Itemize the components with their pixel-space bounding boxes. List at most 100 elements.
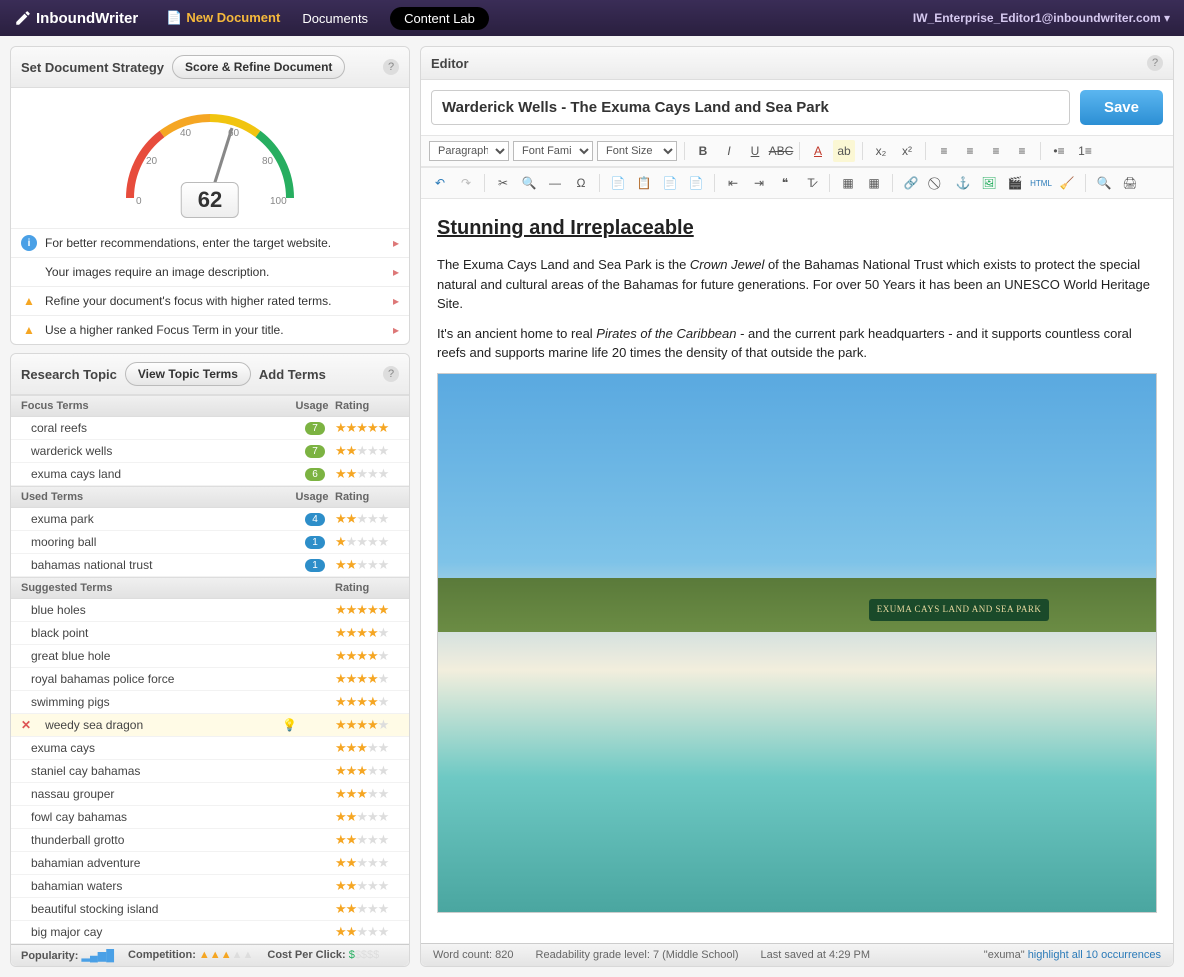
- quote-button[interactable]: ❝: [774, 172, 796, 194]
- info-icon: i: [21, 235, 37, 251]
- rating-stars: ★★★★★: [335, 420, 399, 436]
- svg-text:40: 40: [180, 128, 192, 139]
- user-menu[interactable]: IW_Enterprise_Editor1@inboundwriter.com …: [913, 11, 1170, 25]
- underline-button[interactable]: U: [744, 140, 766, 162]
- term-row[interactable]: coral reefs7★★★★★: [11, 417, 409, 440]
- wifi-icon: ▂▄▆█: [82, 950, 115, 962]
- text-color-button[interactable]: A: [807, 140, 829, 162]
- term-row[interactable]: ✕weedy sea dragon💡★★★★★: [11, 714, 409, 737]
- numbered-list-button[interactable]: 1≡: [1074, 140, 1096, 162]
- indent-button[interactable]: ⇥: [748, 172, 770, 194]
- terms-footer: Popularity: ▂▄▆█ Competition: ▲▲▲▲▲ Cost…: [11, 944, 409, 966]
- term-row[interactable]: warderick wells7★★★★★: [11, 440, 409, 463]
- tab-view-topic-terms[interactable]: View Topic Terms: [125, 362, 251, 386]
- new-button[interactable]: 📄: [607, 172, 629, 194]
- paste-text-button[interactable]: 📄: [685, 172, 707, 194]
- term-row[interactable]: bahamas national trust1★★★★★: [11, 554, 409, 577]
- nav-documents[interactable]: Documents: [302, 11, 368, 26]
- tab-research-topic[interactable]: Research Topic: [21, 367, 117, 382]
- outdent-button[interactable]: ⇤: [722, 172, 744, 194]
- grid-button[interactable]: ▦: [863, 172, 885, 194]
- clear-format-button[interactable]: T̷: [800, 172, 822, 194]
- save-button[interactable]: Save: [1080, 90, 1163, 125]
- align-right-button[interactable]: ≡: [985, 140, 1007, 162]
- score-refine-button[interactable]: Score & Refine Document: [172, 55, 345, 79]
- undo-button[interactable]: ↶: [429, 172, 451, 194]
- term-row[interactable]: exuma cays★★★★★: [11, 737, 409, 760]
- term-row[interactable]: exuma park4★★★★★: [11, 508, 409, 531]
- bg-color-button[interactable]: ab: [833, 140, 855, 162]
- help-icon[interactable]: ?: [1147, 55, 1163, 71]
- clean-button[interactable]: 🧹: [1056, 172, 1078, 194]
- bold-button[interactable]: B: [692, 140, 714, 162]
- term-row[interactable]: thunderball grotto★★★★★: [11, 829, 409, 852]
- term-row[interactable]: swimming pigs★★★★★: [11, 691, 409, 714]
- chevron-down-icon: ▾: [1164, 11, 1170, 25]
- term-row[interactable]: royal bahamas police force★★★★★: [11, 668, 409, 691]
- term-row[interactable]: beautiful stocking island★★★★★: [11, 898, 409, 921]
- rating-stars: ★★★★★: [335, 534, 399, 550]
- image-button[interactable]: 🖼: [978, 172, 1000, 194]
- html-button[interactable]: HTML: [1030, 172, 1052, 194]
- italic-button[interactable]: I: [718, 140, 740, 162]
- editor-content[interactable]: Stunning and Irreplaceable The Exuma Cay…: [421, 199, 1173, 943]
- paragraph: It's an ancient home to real Pirates of …: [437, 324, 1157, 363]
- paste-button[interactable]: 📋: [633, 172, 655, 194]
- document-title-input[interactable]: [431, 90, 1070, 125]
- link-button[interactable]: 🔗: [900, 172, 922, 194]
- dismiss-icon[interactable]: ✕: [21, 718, 31, 732]
- help-icon[interactable]: ?: [383, 366, 399, 382]
- hr-button[interactable]: —: [544, 172, 566, 194]
- rating-stars: ★★★★★: [335, 511, 399, 527]
- term-row[interactable]: nassau grouper★★★★★: [11, 783, 409, 806]
- term-row[interactable]: black point★★★★★: [11, 622, 409, 645]
- help-icon[interactable]: ?: [383, 59, 399, 75]
- preview-button[interactable]: 🔍: [1093, 172, 1115, 194]
- term-row[interactable]: exuma cays land6★★★★★: [11, 463, 409, 486]
- term-row[interactable]: bahamian adventure★★★★★: [11, 852, 409, 875]
- table-button[interactable]: ▦: [837, 172, 859, 194]
- bullet-list-button[interactable]: •≡: [1048, 140, 1070, 162]
- term-row[interactable]: great blue hole★★★★★: [11, 645, 409, 668]
- recommendation-item[interactable]: Use a higher ranked Focus Term in your t…: [11, 315, 409, 344]
- highlight-link[interactable]: highlight all 10 occurrences: [1028, 949, 1161, 961]
- align-justify-button[interactable]: ≡: [1011, 140, 1033, 162]
- nav-content-lab[interactable]: Content Lab: [390, 7, 489, 30]
- term-row[interactable]: fowl cay bahamas★★★★★: [11, 806, 409, 829]
- superscript-button[interactable]: x²: [896, 140, 918, 162]
- recommendation-item[interactable]: Refine your document's focus with higher…: [11, 286, 409, 315]
- font-size-select[interactable]: Font Size: [597, 141, 677, 161]
- align-left-button[interactable]: ≡: [933, 140, 955, 162]
- cut-button[interactable]: ✂: [492, 172, 514, 194]
- font-family-select[interactable]: Font Family: [513, 141, 593, 161]
- find-button[interactable]: 🔍: [518, 172, 540, 194]
- content-heading: Stunning and Irreplaceable: [437, 213, 1157, 243]
- term-row[interactable]: big major cay★★★★★: [11, 921, 409, 944]
- term-name: nassau grouper: [21, 787, 305, 801]
- term-row[interactable]: staniel cay bahamas★★★★★: [11, 760, 409, 783]
- term-name: royal bahamas police force: [21, 672, 305, 686]
- omega-button[interactable]: Ω: [570, 172, 592, 194]
- print-button[interactable]: 🖨: [1119, 172, 1141, 194]
- unlink-button[interactable]: ⃠: [926, 172, 948, 194]
- subscript-button[interactable]: x₂: [870, 140, 892, 162]
- term-name: thunderball grotto: [21, 833, 305, 847]
- term-row[interactable]: bahamian waters★★★★★: [11, 875, 409, 898]
- usage-badge: 1: [305, 536, 325, 549]
- set-strategy-label[interactable]: Set Document Strategy: [21, 60, 164, 75]
- term-name: exuma cays: [21, 741, 305, 755]
- redo-button[interactable]: ↷: [455, 172, 477, 194]
- usage-badge: 7: [305, 422, 325, 435]
- media-button[interactable]: 🎬: [1004, 172, 1026, 194]
- align-center-button[interactable]: ≡: [959, 140, 981, 162]
- recommendation-item[interactable]: !Your images require an image descriptio…: [11, 257, 409, 286]
- recommendation-item[interactable]: iFor better recommendations, enter the t…: [11, 228, 409, 257]
- strikethrough-button[interactable]: ABC: [770, 140, 792, 162]
- term-row[interactable]: blue holes★★★★★: [11, 599, 409, 622]
- nav-new-document[interactable]: 📄New Document: [166, 10, 280, 26]
- anchor-button[interactable]: ⚓: [952, 172, 974, 194]
- term-row[interactable]: mooring ball1★★★★★: [11, 531, 409, 554]
- tab-add-terms[interactable]: Add Terms: [259, 367, 326, 382]
- format-select[interactable]: Paragraph: [429, 141, 509, 161]
- paste-word-button[interactable]: 📄: [659, 172, 681, 194]
